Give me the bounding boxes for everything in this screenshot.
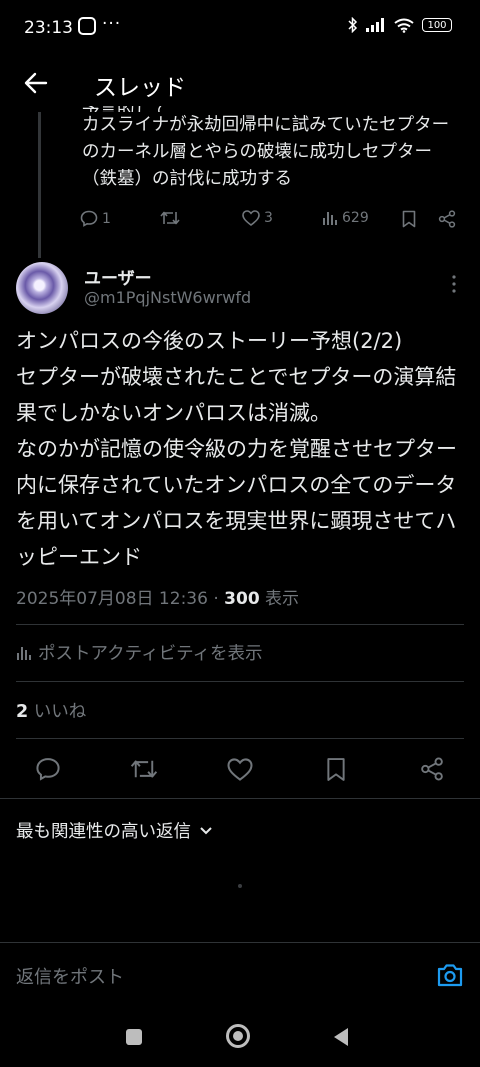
- avatar[interactable]: [16, 262, 68, 314]
- more-notifications-icon: ···: [102, 14, 122, 34]
- home-button[interactable]: [225, 1023, 251, 1049]
- reply-sort-dropdown[interactable]: 最も関連性の高い返信: [16, 818, 213, 843]
- post-date: 2025年07月08日 12:36: [16, 589, 208, 609]
- circle-icon: [226, 1024, 250, 1048]
- header: スレッド: [0, 56, 480, 112]
- page-title: スレッド: [94, 75, 186, 101]
- reply-button[interactable]: [32, 754, 64, 784]
- chevron-down-icon: [200, 826, 212, 834]
- reply-icon: [36, 758, 60, 781]
- divider: [0, 798, 480, 799]
- triangle-back-icon: [334, 1028, 348, 1046]
- heart-icon: [242, 210, 260, 226]
- system-navigation-bar: [0, 1000, 480, 1067]
- battery-icon: 100: [422, 18, 452, 32]
- share-icon: [438, 210, 456, 228]
- view-count: 629: [342, 210, 369, 226]
- back-nav-button[interactable]: [332, 1026, 350, 1048]
- views-chart-icon: [323, 212, 337, 225]
- author-handle[interactable]: @m1PqjNstW6wrwfd: [84, 288, 251, 307]
- reply-icon: [80, 210, 98, 227]
- bookmark-icon: [327, 757, 345, 781]
- like-button[interactable]: [224, 754, 256, 784]
- post-meta: 2025年07月08日 12:36 · 300 表示: [16, 584, 299, 609]
- signal-icon: [366, 18, 386, 32]
- repost-icon: [130, 760, 158, 778]
- more-options-button[interactable]: [444, 270, 464, 298]
- wifi-icon: [394, 18, 414, 33]
- views-action[interactable]: 629: [322, 210, 369, 226]
- app-notification-icon: [78, 17, 96, 35]
- repost-button[interactable]: [128, 754, 160, 784]
- post-body: オンパロスの今後のストーリー予想(2/2) セプターが破壊されたことでセプターの…: [16, 329, 457, 569]
- repost-action[interactable]: [160, 210, 180, 226]
- author-name[interactable]: ユーザー: [84, 264, 152, 289]
- likes-summary[interactable]: 2 いいね: [16, 698, 86, 723]
- bluetooth-icon: [348, 17, 358, 33]
- like-action[interactable]: 3: [242, 210, 273, 226]
- meta-separator: ·: [207, 589, 225, 609]
- previous-post-actions: 1 3 629: [80, 210, 460, 240]
- back-button[interactable]: [14, 66, 58, 100]
- post-activity-label: ポストアクティビティを表示: [38, 644, 263, 664]
- post-action-bar: [0, 740, 480, 798]
- reply-count: 1: [102, 210, 111, 227]
- camera-icon: [437, 964, 463, 987]
- bookmark-icon: [402, 210, 416, 228]
- like-count: 3: [264, 210, 273, 226]
- likes-label: いいね: [28, 702, 87, 722]
- status-icons: 100: [348, 17, 452, 33]
- thread-connector-line: [38, 112, 41, 258]
- recent-apps-button[interactable]: [125, 1028, 143, 1046]
- post-views-label: 表示: [259, 589, 300, 609]
- loading-indicator: [238, 884, 242, 888]
- back-arrow-icon: [24, 72, 48, 94]
- repost-icon: [160, 211, 180, 225]
- divider: [16, 738, 464, 739]
- reply-action[interactable]: 1: [80, 210, 111, 227]
- post-activity-link[interactable]: ポストアクティビティを表示: [16, 640, 263, 665]
- reply-sort-label: 最も関連性の高い返信: [16, 822, 191, 842]
- share-button[interactable]: [416, 754, 448, 784]
- camera-button[interactable]: [436, 962, 464, 988]
- likes-count: 2: [16, 702, 29, 722]
- share-action[interactable]: [438, 210, 456, 228]
- post-view-count: 300: [224, 589, 260, 609]
- share-icon: [421, 757, 443, 781]
- status-time: 23:13: [24, 18, 73, 38]
- reply-input[interactable]: 返信をポスト: [16, 963, 124, 989]
- status-bar: 23:13 ··· 100: [0, 0, 480, 56]
- heart-icon: [227, 757, 253, 781]
- divider: [16, 624, 464, 625]
- more-vertical-icon: [452, 275, 456, 293]
- bookmark-button[interactable]: [320, 754, 352, 784]
- previous-post-text: カスライナが永劫回帰中に試みていたセプターのカーネル層とやらの破壊に成功しセプタ…: [82, 115, 450, 189]
- analytics-icon: [17, 646, 31, 660]
- square-icon: [126, 1029, 142, 1045]
- divider: [0, 942, 480, 943]
- bookmark-action[interactable]: [402, 210, 416, 228]
- divider: [16, 681, 464, 682]
